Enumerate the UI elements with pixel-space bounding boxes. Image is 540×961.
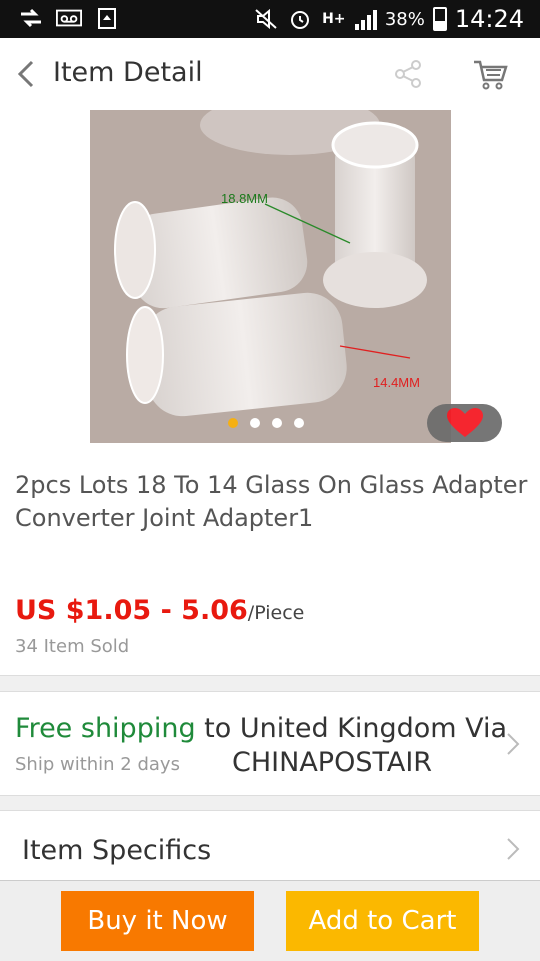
pager-dot[interactable] bbox=[294, 418, 304, 428]
add-to-cart-button[interactable]: Add to Cart bbox=[286, 891, 479, 951]
dimension-label-large: 18.8MM bbox=[221, 191, 268, 206]
image-gallery[interactable]: 18.8MM 14.4MM bbox=[0, 110, 540, 443]
free-shipping-label: Free shipping bbox=[15, 713, 196, 744]
price-section: US $1.05 - 5.06/Piece 34 Item Sold bbox=[0, 573, 540, 676]
signal-icon bbox=[354, 8, 377, 30]
price: US $1.05 - 5.06/Piece bbox=[15, 595, 304, 626]
wishlist-button[interactable] bbox=[427, 404, 502, 442]
mute-icon bbox=[253, 8, 279, 30]
cart-icon[interactable] bbox=[472, 58, 508, 92]
price-range: US $1.05 - 5.06 bbox=[15, 595, 248, 626]
chevron-right-icon bbox=[506, 837, 520, 861]
dimension-label-small: 14.4MM bbox=[373, 375, 420, 390]
heart-icon bbox=[446, 408, 483, 437]
alarm-icon bbox=[287, 8, 313, 30]
gallery-pager bbox=[228, 418, 304, 428]
bottom-action-bar: Buy it Now Add to Cart bbox=[0, 880, 540, 961]
product-name: 2pcs Lots 18 To 14 Glass On Glass Adapte… bbox=[15, 471, 528, 532]
page-title: Item Detail bbox=[53, 57, 203, 88]
product-name-section: 2pcs Lots 18 To 14 Glass On Glass Adapte… bbox=[0, 443, 540, 574]
transfer-icon bbox=[18, 7, 44, 29]
product-photo[interactable]: 18.8MM 14.4MM bbox=[90, 110, 451, 443]
ship-eta: Ship within 2 days bbox=[15, 754, 180, 775]
share-icon[interactable] bbox=[392, 58, 424, 90]
recycle-icon bbox=[94, 7, 120, 29]
item-specifics-label: Item Specifics bbox=[22, 835, 212, 866]
shipping-destination: to United Kingdom Via bbox=[195, 713, 508, 744]
battery-icon bbox=[432, 7, 447, 31]
back-icon[interactable] bbox=[14, 58, 40, 90]
price-unit: /Piece bbox=[247, 602, 305, 624]
clock: 14:24 bbox=[454, 5, 524, 33]
shipping-row[interactable]: Free shipping to United Kingdom Via Ship… bbox=[0, 691, 540, 796]
pager-dot[interactable] bbox=[272, 418, 282, 428]
buy-now-button[interactable]: Buy it Now bbox=[61, 891, 254, 951]
voicemail-icon bbox=[56, 7, 82, 29]
status-bar: H+ 38% 14:24 bbox=[0, 0, 540, 38]
hplus-icon: H+ bbox=[322, 11, 346, 27]
shipping-carrier: CHINAPOSTAIR bbox=[232, 747, 433, 778]
pager-dot[interactable] bbox=[250, 418, 260, 428]
shipping-summary: Free shipping to United Kingdom Via bbox=[15, 713, 507, 744]
battery-percent: 38% bbox=[384, 8, 425, 30]
app-bar: Item Detail bbox=[0, 38, 540, 111]
content: 18.8MM 14.4MM 2pcs Lots 18 To 14 Glass O… bbox=[0, 110, 540, 880]
pager-dot[interactable] bbox=[228, 418, 238, 428]
item-specifics-row[interactable]: Item Specifics bbox=[0, 810, 540, 880]
sold-count: 34 Item Sold bbox=[15, 636, 130, 657]
chevron-right-icon bbox=[506, 732, 520, 756]
